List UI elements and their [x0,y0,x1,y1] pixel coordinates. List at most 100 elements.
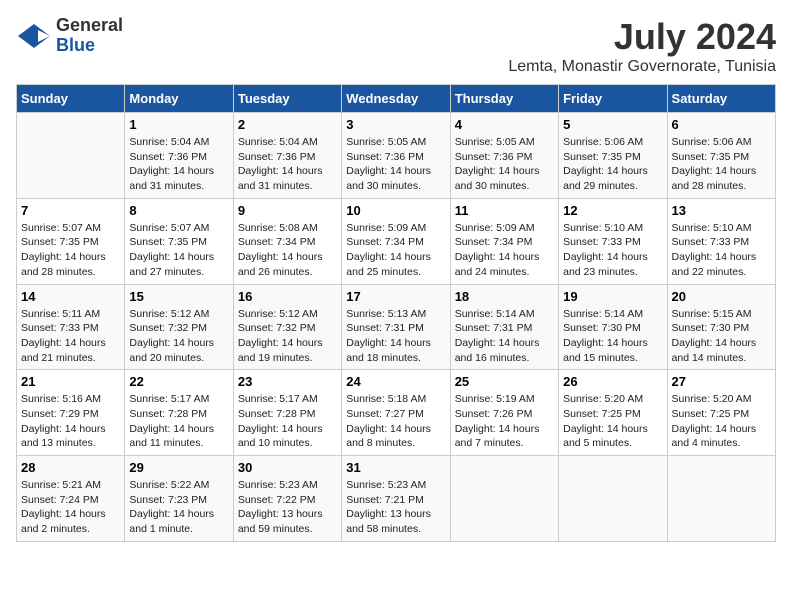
calendar-cell: 22 Sunrise: 5:17 AMSunset: 7:28 PMDayligh… [125,370,233,456]
calendar-cell [17,113,125,199]
day-detail: Sunrise: 5:12 AMSunset: 7:32 PMDaylight:… [238,307,337,366]
calendar-cell [667,456,775,542]
day-detail: Sunrise: 5:18 AMSunset: 7:27 PMDaylight:… [346,392,445,451]
day-detail: Sunrise: 5:13 AMSunset: 7:31 PMDaylight:… [346,307,445,366]
day-number: 27 [672,374,771,389]
calendar-cell: 20 Sunrise: 5:15 AMSunset: 7:30 PMDayligh… [667,284,775,370]
day-detail: Sunrise: 5:09 AMSunset: 7:34 PMDaylight:… [455,221,554,280]
day-number: 25 [455,374,554,389]
calendar-cell: 27 Sunrise: 5:20 AMSunset: 7:25 PMDayligh… [667,370,775,456]
day-number: 5 [563,117,662,132]
day-number: 14 [21,289,120,304]
calendar-cell: 1 Sunrise: 5:04 AMSunset: 7:36 PMDaylight… [125,113,233,199]
day-number: 12 [563,203,662,218]
day-number: 21 [21,374,120,389]
day-detail: Sunrise: 5:12 AMSunset: 7:32 PMDaylight:… [129,307,228,366]
day-number: 11 [455,203,554,218]
page-header: General Blue July 2024 Lemta, Monastir G… [16,16,776,76]
day-detail: Sunrise: 5:15 AMSunset: 7:30 PMDaylight:… [672,307,771,366]
calendar-cell: 8 Sunrise: 5:07 AMSunset: 7:35 PMDaylight… [125,198,233,284]
day-number: 23 [238,374,337,389]
day-number: 24 [346,374,445,389]
calendar-cell: 16 Sunrise: 5:12 AMSunset: 7:32 PMDayligh… [233,284,341,370]
day-number: 29 [129,460,228,475]
calendar-cell: 13Sunrise: 5:10 AMSunset: 7:33 PMDayligh… [667,198,775,284]
day-number: 1 [129,117,228,132]
calendar-cell: 28 Sunrise: 5:21 AMSunset: 7:24 PMDayligh… [17,456,125,542]
day-number: 20 [672,289,771,304]
logo-text-general: General [56,15,123,35]
day-number: 15 [129,289,228,304]
day-detail: Sunrise: 5:17 AMSunset: 7:28 PMDaylight:… [129,392,228,451]
day-number: 16 [238,289,337,304]
day-detail: Sunrise: 5:10 AMSunset: 7:33 PMDaylight:… [672,221,771,280]
calendar-cell: 7 Sunrise: 5:07 AMSunset: 7:35 PMDaylight… [17,198,125,284]
calendar-cell: 25Sunrise: 5:19 AMSunset: 7:26 PMDayligh… [450,370,558,456]
calendar-cell: 26 Sunrise: 5:20 AMSunset: 7:25 PMDayligh… [559,370,667,456]
day-detail: Sunrise: 5:08 AMSunset: 7:34 PMDaylight:… [238,221,337,280]
main-title: July 2024 [508,16,776,58]
calendar-cell: 21 Sunrise: 5:16 AMSunset: 7:29 PMDayligh… [17,370,125,456]
calendar-cell: 9Sunrise: 5:08 AMSunset: 7:34 PMDaylight… [233,198,341,284]
calendar-cell: 2 Sunrise: 5:04 AMSunset: 7:36 PMDaylight… [233,113,341,199]
day-detail: Sunrise: 5:04 AMSunset: 7:36 PMDaylight:… [129,135,228,194]
day-number: 26 [563,374,662,389]
day-detail: Sunrise: 5:07 AMSunset: 7:35 PMDaylight:… [129,221,228,280]
calendar-cell [450,456,558,542]
day-number: 7 [21,203,120,218]
day-detail: Sunrise: 5:05 AMSunset: 7:36 PMDaylight:… [455,135,554,194]
day-detail: Sunrise: 5:22 AMSunset: 7:23 PMDaylight:… [129,478,228,537]
calendar-cell: 18 Sunrise: 5:14 AMSunset: 7:31 PMDayligh… [450,284,558,370]
day-detail: Sunrise: 5:14 AMSunset: 7:30 PMDaylight:… [563,307,662,366]
day-detail: Sunrise: 5:06 AMSunset: 7:35 PMDaylight:… [672,135,771,194]
day-detail: Sunrise: 5:23 AMSunset: 7:22 PMDaylight:… [238,478,337,537]
day-number: 2 [238,117,337,132]
day-detail: Sunrise: 5:17 AMSunset: 7:28 PMDaylight:… [238,392,337,451]
day-number: 31 [346,460,445,475]
calendar-cell: 5 Sunrise: 5:06 AMSunset: 7:35 PMDaylight… [559,113,667,199]
day-number: 17 [346,289,445,304]
day-detail: Sunrise: 5:10 AMSunset: 7:33 PMDaylight:… [563,221,662,280]
calendar-cell: 29 Sunrise: 5:22 AMSunset: 7:23 PMDayligh… [125,456,233,542]
calendar-cell: 19 Sunrise: 5:14 AMSunset: 7:30 PMDayligh… [559,284,667,370]
col-header-saturday: Saturday [667,85,775,113]
day-detail: Sunrise: 5:06 AMSunset: 7:35 PMDaylight:… [563,135,662,194]
col-header-thursday: Thursday [450,85,558,113]
logo-text-blue: Blue [56,35,95,55]
day-detail: Sunrise: 5:20 AMSunset: 7:25 PMDaylight:… [672,392,771,451]
day-detail: Sunrise: 5:11 AMSunset: 7:33 PMDaylight:… [21,307,120,366]
calendar-cell: 12 Sunrise: 5:10 AMSunset: 7:33 PMDayligh… [559,198,667,284]
col-header-friday: Friday [559,85,667,113]
day-number: 10 [346,203,445,218]
calendar-cell: 31 Sunrise: 5:23 AMSunset: 7:21 PMDayligh… [342,456,450,542]
calendar-cell: 4Sunrise: 5:05 AMSunset: 7:36 PMDaylight… [450,113,558,199]
day-number: 22 [129,374,228,389]
calendar-cell: 24 Sunrise: 5:18 AMSunset: 7:27 PMDayligh… [342,370,450,456]
day-detail: Sunrise: 5:16 AMSunset: 7:29 PMDaylight:… [21,392,120,451]
calendar-cell: 10 Sunrise: 5:09 AMSunset: 7:34 PMDayligh… [342,198,450,284]
day-detail: Sunrise: 5:21 AMSunset: 7:24 PMDaylight:… [21,478,120,537]
day-detail: Sunrise: 5:04 AMSunset: 7:36 PMDaylight:… [238,135,337,194]
calendar-cell: 14 Sunrise: 5:11 AMSunset: 7:33 PMDayligh… [17,284,125,370]
day-detail: Sunrise: 5:07 AMSunset: 7:35 PMDaylight:… [21,221,120,280]
day-number: 18 [455,289,554,304]
calendar-cell: 17 Sunrise: 5:13 AMSunset: 7:31 PMDayligh… [342,284,450,370]
day-detail: Sunrise: 5:20 AMSunset: 7:25 PMDaylight:… [563,392,662,451]
col-header-wednesday: Wednesday [342,85,450,113]
calendar-cell: 11 Sunrise: 5:09 AMSunset: 7:34 PMDayligh… [450,198,558,284]
calendar-table: SundayMondayTuesdayWednesdayThursdayFrid… [16,84,776,542]
day-number: 28 [21,460,120,475]
day-detail: Sunrise: 5:14 AMSunset: 7:31 PMDaylight:… [455,307,554,366]
day-number: 19 [563,289,662,304]
col-header-sunday: Sunday [17,85,125,113]
day-number: 6 [672,117,771,132]
day-detail: Sunrise: 5:23 AMSunset: 7:21 PMDaylight:… [346,478,445,537]
col-header-monday: Monday [125,85,233,113]
calendar-cell: 23 Sunrise: 5:17 AMSunset: 7:28 PMDayligh… [233,370,341,456]
col-header-tuesday: Tuesday [233,85,341,113]
day-detail: Sunrise: 5:05 AMSunset: 7:36 PMDaylight:… [346,135,445,194]
day-number: 8 [129,203,228,218]
calendar-cell [559,456,667,542]
day-detail: Sunrise: 5:09 AMSunset: 7:34 PMDaylight:… [346,221,445,280]
calendar-cell: 30Sunrise: 5:23 AMSunset: 7:22 PMDayligh… [233,456,341,542]
